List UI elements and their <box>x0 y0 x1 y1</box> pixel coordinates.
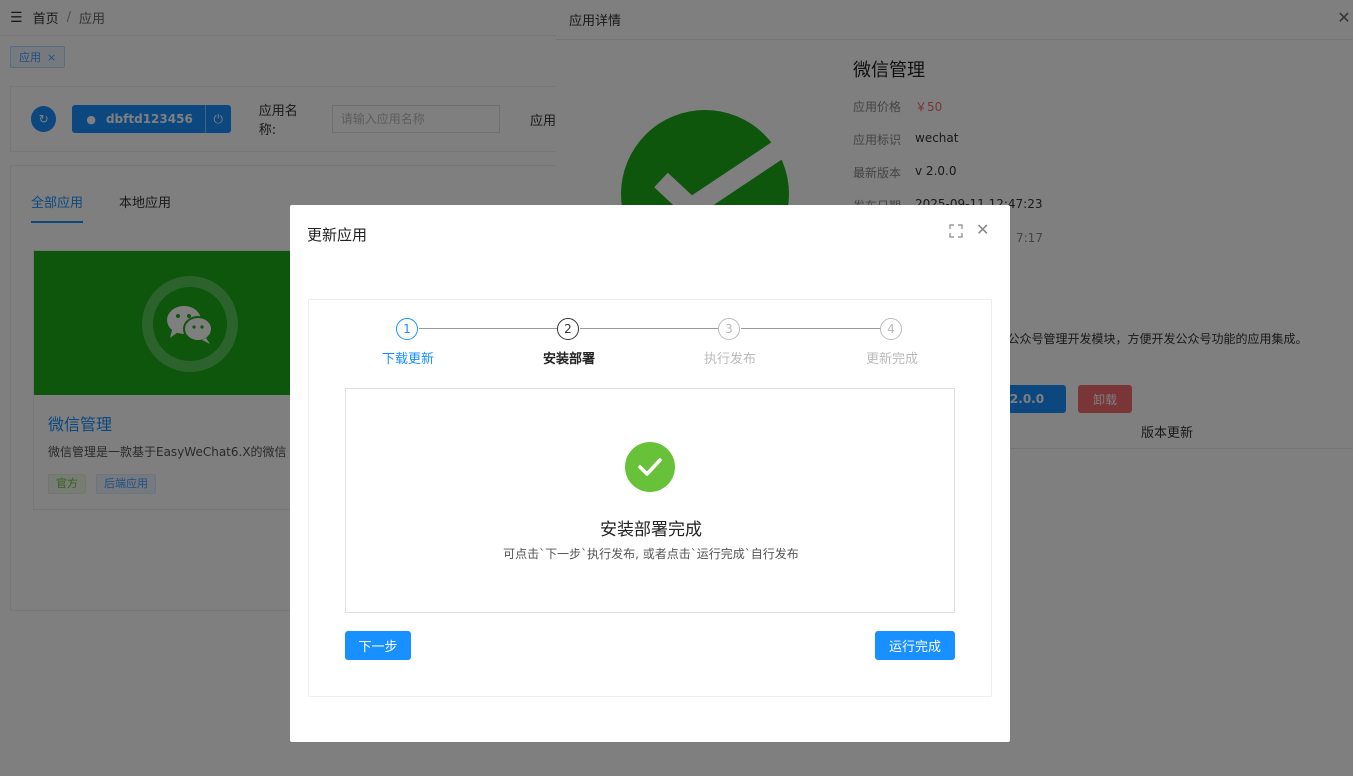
step-3-icon: 3 <box>718 318 740 340</box>
close-icon[interactable]: ✕ <box>976 220 989 239</box>
success-check-icon <box>625 442 675 492</box>
step-3-label: 执行发布 <box>704 352 757 367</box>
step-connector <box>419 328 558 329</box>
step-1-icon: 1 <box>396 318 418 340</box>
run-complete-button[interactable]: 运行完成 <box>875 631 955 660</box>
step-2-label: 安装部署 <box>543 352 596 367</box>
next-step-button[interactable]: 下一步 <box>345 631 411 660</box>
step-4-label: 更新完成 <box>866 352 919 367</box>
modal-title: 更新应用 <box>307 226 368 244</box>
result-subtitle: 可点击`下一步`执行发布, 或者点击`运行完成`自行发布 <box>503 547 799 561</box>
step-connector <box>580 328 719 329</box>
result-title: 安装部署完成 <box>600 520 702 540</box>
step-4-icon: 4 <box>880 318 902 340</box>
maximize-icon[interactable] <box>948 223 964 239</box>
step-2-icon: 2 <box>557 318 579 340</box>
step-1-label: 下载更新 <box>382 352 435 367</box>
step-connector <box>741 328 880 329</box>
steps: 1 下载更新 2 安装部署 3 执行发布 4 更新完成 <box>309 318 993 368</box>
modal-content: 1 下载更新 2 安装部署 3 执行发布 4 更新完成 安装部署完成 可点击`下… <box>308 299 992 697</box>
result-panel: 安装部署完成 可点击`下一步`执行发布, 或者点击`运行完成`自行发布 <box>345 388 955 613</box>
update-app-modal: 更新应用 ✕ 1 下载更新 2 安装部署 3 执行发布 4 更新完成 安装部署完… <box>290 205 1010 742</box>
